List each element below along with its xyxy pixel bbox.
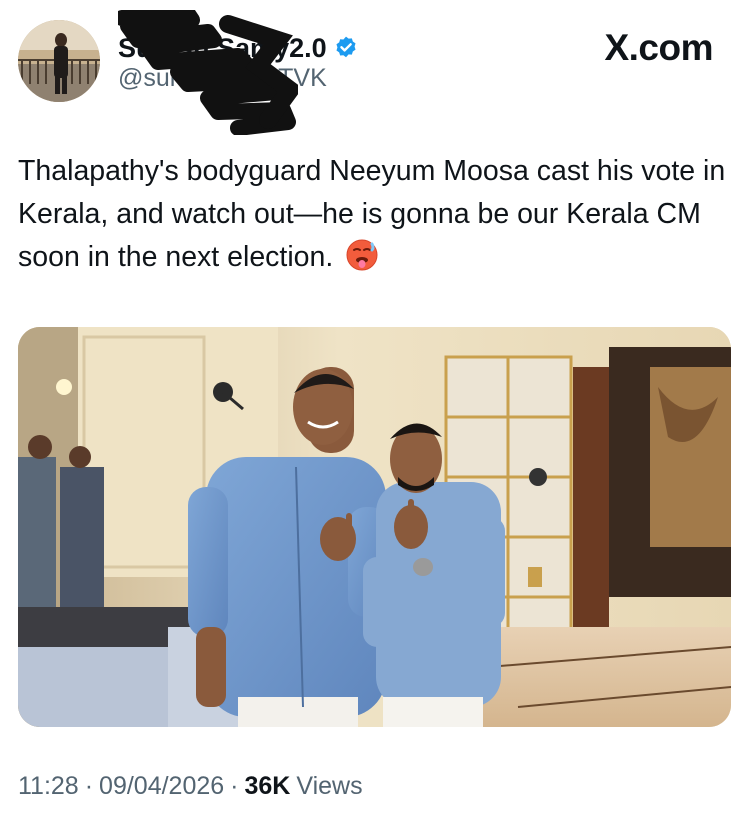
post-date[interactable]: 09/04/2026 (99, 772, 224, 801)
photo-two-men-in-blue-shirts (18, 327, 731, 727)
meta-separator: · (84, 772, 94, 800)
post-media-photo[interactable] (18, 327, 731, 727)
post-text-block: Thalapathy's bodyguard Neeyum Moosa cast… (18, 150, 733, 285)
top-edge (0, 0, 749, 8)
views-count[interactable]: 36K (245, 772, 291, 801)
verified-badge-icon (333, 35, 359, 61)
avatar-photo (18, 20, 100, 102)
hot-face-emoji-icon (345, 238, 379, 285)
redaction-scribble (118, 10, 298, 135)
meta-separator: · (230, 772, 239, 800)
post-time[interactable]: 11:28 (18, 772, 79, 801)
avatar[interactable] (18, 20, 100, 102)
views-label[interactable]: Views (296, 772, 362, 801)
brand-watermark: X.com (604, 27, 713, 68)
post-meta: 11:28 · 09/04/2026 · 36K Views (18, 772, 363, 801)
